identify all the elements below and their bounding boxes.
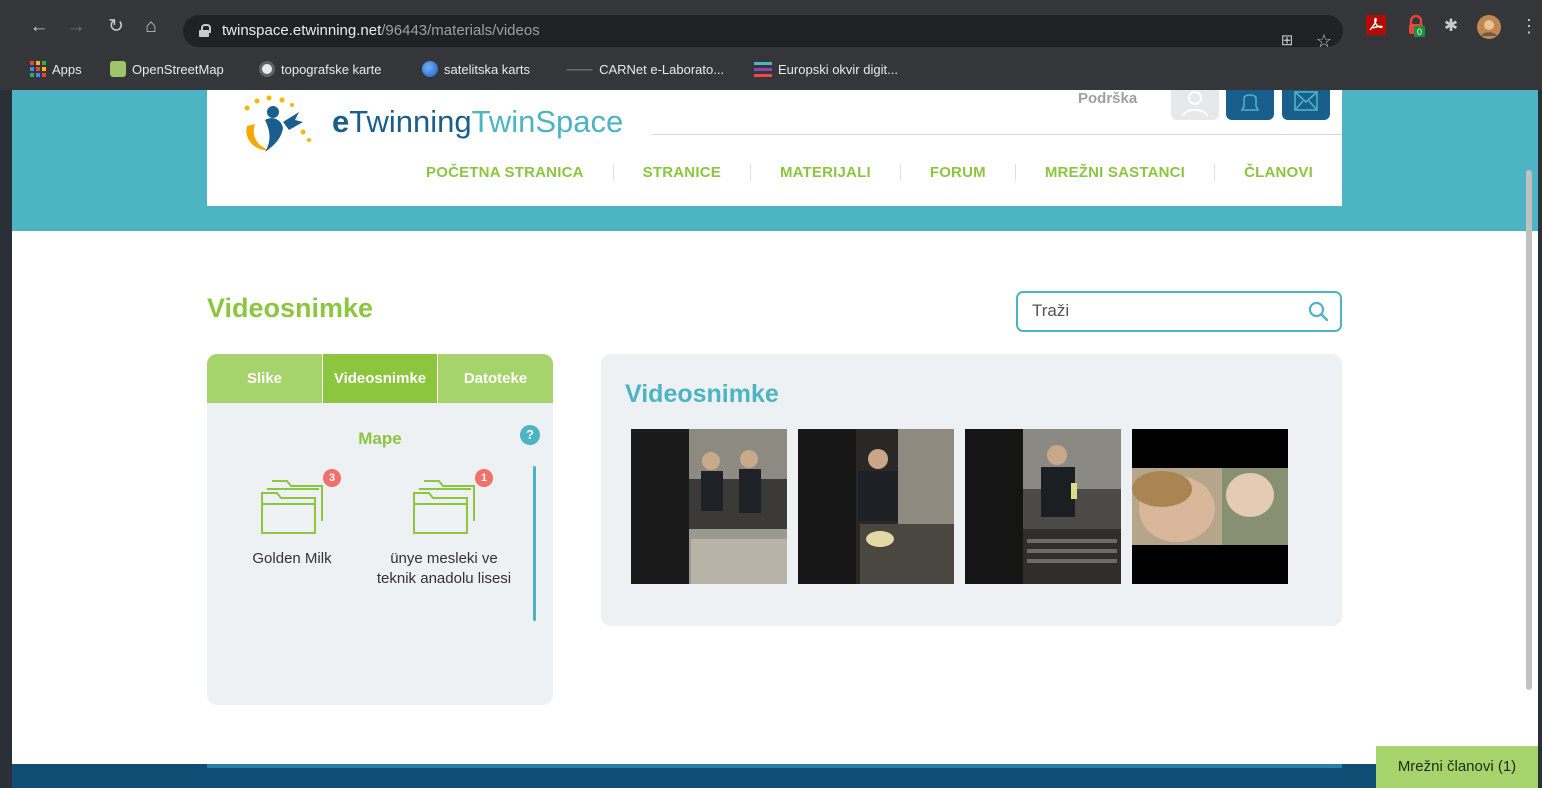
support-link[interactable]: Podrška [1078,90,1137,107]
user-icon [1182,91,1208,117]
page-title: Videosnimke [207,293,374,323]
nav-stranice[interactable]: STRANICE [614,163,751,181]
bookmark-label: Europski okvir digit... [778,61,898,77]
profile-button[interactable] [1171,90,1219,120]
page-viewport: eTwinningTwinSpace Podrška POČETNA STRAN… [12,90,1538,788]
site-header: eTwinningTwinSpace Podrška POČETNA STRAN… [207,90,1342,206]
folders-heading: Mape [358,429,402,448]
nav-clanovi[interactable]: ČLANOVI [1215,164,1313,181]
video-thumbnail[interactable] [1132,429,1288,584]
search-box [1016,291,1342,332]
online-members-button[interactable]: Mrežni članovi (1) [1376,746,1538,788]
carnet-icon: ⸻ [566,64,594,76]
folder-count-badge: 3 [323,469,341,487]
menu-lines-icon [754,62,772,77]
bookmark-label: satelitska karts [444,61,530,77]
bookmark-openstreetmap[interactable]: OpenStreetMap [110,59,224,79]
folder-name: Golden Milk [252,550,332,567]
reload-icon[interactable]: ↻ [103,14,129,40]
bookmark-star-icon[interactable]: ☆ [1313,30,1335,52]
search-icon[interactable] [1308,301,1328,321]
url-text[interactable]: twinspace.etwinning.net/96443/materials/… [222,22,540,39]
tab-slike[interactable]: Slike [207,354,322,403]
video-thumbnail[interactable] [631,429,787,584]
video-thumbnail[interactable] [798,429,954,584]
folders-panel: Slike Videosnimke Datoteke Mape ? 3 Gold… [207,354,553,705]
folder-name: ünye mesleki ve teknik anadolu lisesi [376,550,512,587]
bookmark-satelitska-karts[interactable]: satelitska karts [422,59,530,79]
folders-scrollbar[interactable] [533,466,536,621]
back-arrow-icon[interactable]: ← [26,14,52,40]
etwinning-logo[interactable]: eTwinningTwinSpace [237,92,657,156]
bell-icon [1240,94,1260,111]
bookmark-label: topografske karte [281,61,382,77]
translate-icon[interactable]: ⊞ [1276,30,1298,52]
envelope-icon [1294,91,1318,111]
nav-materijali[interactable]: MATERIJALI [751,163,901,181]
page-scrollbar[interactable] [1526,170,1532,690]
privacy-extension-icon[interactable]: 0 [1405,14,1427,37]
forward-arrow-icon[interactable]: → [63,14,89,40]
globe-icon [259,61,275,77]
browser-menu-icon[interactable]: ⋮ [1518,15,1540,37]
browser-chrome: ← → ↻ ⌂ twinspace.etwinning.net/96443/ma… [0,0,1542,90]
folder-item[interactable]: 1 ünye mesleki ve teknik anadolu lisesi [364,469,524,589]
bookmark-topografske-karte[interactable]: topografske karte [259,59,381,79]
notifications-button[interactable] [1226,90,1274,120]
apps-grid-icon [30,61,46,77]
earth-icon [422,61,438,77]
bookmark-label: Apps [52,61,82,77]
bookmark-apps[interactable]: Apps [30,59,82,79]
footer-accent-line [207,764,1342,768]
openstreetmap-icon [110,61,126,77]
material-tabs: Slike Videosnimke Datoteke [207,354,553,403]
videos-heading: Videosnimke [625,380,779,408]
logo-wordmark: eTwinningTwinSpace [332,104,624,139]
bookmark-europski-okvir[interactable]: Europski okvir digit... [754,59,898,79]
etwinning-figure-icon [244,95,311,152]
nav-mrezni-sastanci[interactable]: MREŽNI SASTANCI [1016,163,1216,181]
header-divider [652,134,1342,135]
nav-forum[interactable]: FORUM [901,163,1016,181]
main-navigation: POČETNA STRANICA STRANICE MATERIJALI FOR… [397,160,1313,184]
video-thumbnail[interactable] [965,429,1121,584]
help-icon[interactable]: ? [520,425,540,445]
acrobat-extension-icon[interactable] [1365,15,1387,37]
tab-videosnimke[interactable]: Videosnimke [322,354,438,403]
profile-avatar[interactable] [1477,15,1501,39]
folder-item[interactable]: 3 Golden Milk [212,469,372,569]
tab-datoteke[interactable]: Datoteke [438,354,553,403]
address-bar[interactable]: twinspace.etwinning.net/96443/materials/… [183,15,1343,51]
extension-badge-count: 0 [1417,27,1422,37]
folder-icon [261,480,323,534]
messages-button[interactable] [1282,90,1330,120]
search-input[interactable] [1032,301,1292,321]
videos-panel: Videosnimke [601,354,1342,626]
folder-icon [413,480,475,534]
folder-count-badge: 1 [475,469,493,487]
bookmark-label: OpenStreetMap [132,61,224,77]
bookmark-carnet[interactable]: ⸻ CARNet e-Laborato... [566,59,724,79]
bookmarks-bar: Apps OpenStreetMap topografske karte sat… [0,54,1542,84]
nav-pocetna-stranica[interactable]: POČETNA STRANICA [397,163,614,181]
lock-icon [199,24,211,37]
bookmark-label: CARNet e-Laborato... [599,61,725,77]
home-icon[interactable]: ⌂ [138,14,164,40]
puzzle-extensions-icon[interactable]: ✱ [1440,15,1462,37]
